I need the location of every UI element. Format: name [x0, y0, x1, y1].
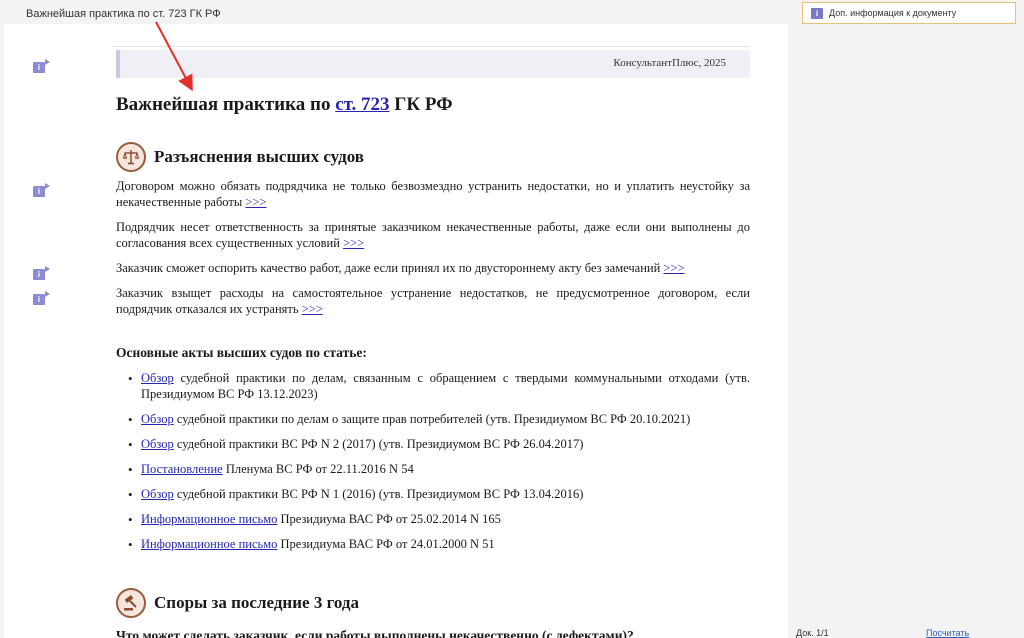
brand-text: КонсультантПлюс, 2025	[613, 57, 726, 69]
doc-info-label: Доп. информация к документу	[829, 8, 957, 18]
document-panel: КонсультантПлюс, 2025 i Важнейшая практи…	[4, 24, 788, 638]
act-link[interactable]: Обзор	[141, 371, 174, 385]
info-marker-icon[interactable]: i	[33, 57, 50, 73]
paragraph: Подрядчик несет ответственность за приня…	[116, 220, 750, 250]
doc-info-button[interactable]: i Доп. информация к документу	[802, 2, 1016, 24]
acts-list: Обзор судебной практики по делам, связан…	[128, 370, 750, 561]
count-link[interactable]: Посчитать	[926, 628, 969, 638]
acts-heading: Основные акты высших судов по статье:	[116, 345, 367, 360]
act-link[interactable]: Обзор	[141, 412, 174, 426]
list-item: Постановление Пленума ВС РФ от 22.11.201…	[128, 461, 750, 478]
info-icon: i	[811, 7, 823, 19]
more-link[interactable]: >>>	[343, 236, 364, 250]
more-link[interactable]: >>>	[663, 261, 684, 275]
more-link[interactable]: >>>	[302, 302, 323, 316]
list-item: Информационное письмо Президиума ВАС РФ …	[128, 511, 750, 528]
right-panel: i Доп. информация к документу Док. 1/1 П…	[790, 0, 1024, 638]
info-marker-icon[interactable]: i	[33, 181, 50, 197]
section-heading-courts: Разъяснения высших судов	[116, 142, 364, 172]
section-title: Разъяснения высших судов	[154, 147, 364, 166]
info-marker-icon[interactable]: i	[33, 264, 50, 280]
scales-icon	[116, 142, 146, 172]
tab-title: Важнейшая практика по ст. 723 ГК РФ	[26, 8, 221, 20]
article-link[interactable]: ст. 723	[335, 94, 389, 115]
act-link[interactable]: Постановление	[141, 462, 223, 476]
list-item: Обзор судебной практики ВС РФ N 2 (2017)…	[128, 436, 750, 453]
gavel-icon	[116, 588, 146, 618]
doc-counter: Док. 1/1	[796, 628, 829, 638]
paragraph: Заказчик сможет оспорить качество работ,…	[116, 261, 685, 275]
act-link[interactable]: Информационное письмо	[141, 537, 277, 551]
brand-bar: КонсультантПлюс, 2025	[116, 50, 750, 78]
list-item: Обзор судебной практики ВС РФ N 1 (2016)…	[128, 486, 750, 503]
paragraph: Договором можно обязать подрядчика не то…	[116, 179, 750, 209]
document-title: Важнейшая практика по ст. 723 ГК РФ	[116, 94, 453, 115]
act-link[interactable]: Информационное письмо	[141, 512, 277, 526]
info-marker-icon[interactable]: i	[33, 289, 50, 305]
list-item: Обзор судебной практики по делам, связан…	[128, 370, 750, 402]
paragraph: Заказчик взыщет расходы на самостоятельн…	[116, 286, 750, 316]
section-heading-disputes: Споры за последние 3 года	[116, 588, 359, 618]
list-item: Обзор судебной практики по делам о защит…	[128, 411, 750, 428]
act-link[interactable]: Обзор	[141, 437, 174, 451]
list-item: Информационное письмо Президиума ВАС РФ …	[128, 536, 750, 553]
more-link[interactable]: >>>	[245, 195, 266, 209]
question-heading: Что может сделать заказчик, если работы …	[116, 628, 634, 638]
act-link[interactable]: Обзор	[141, 487, 174, 501]
section-title: Споры за последние 3 года	[154, 593, 359, 612]
